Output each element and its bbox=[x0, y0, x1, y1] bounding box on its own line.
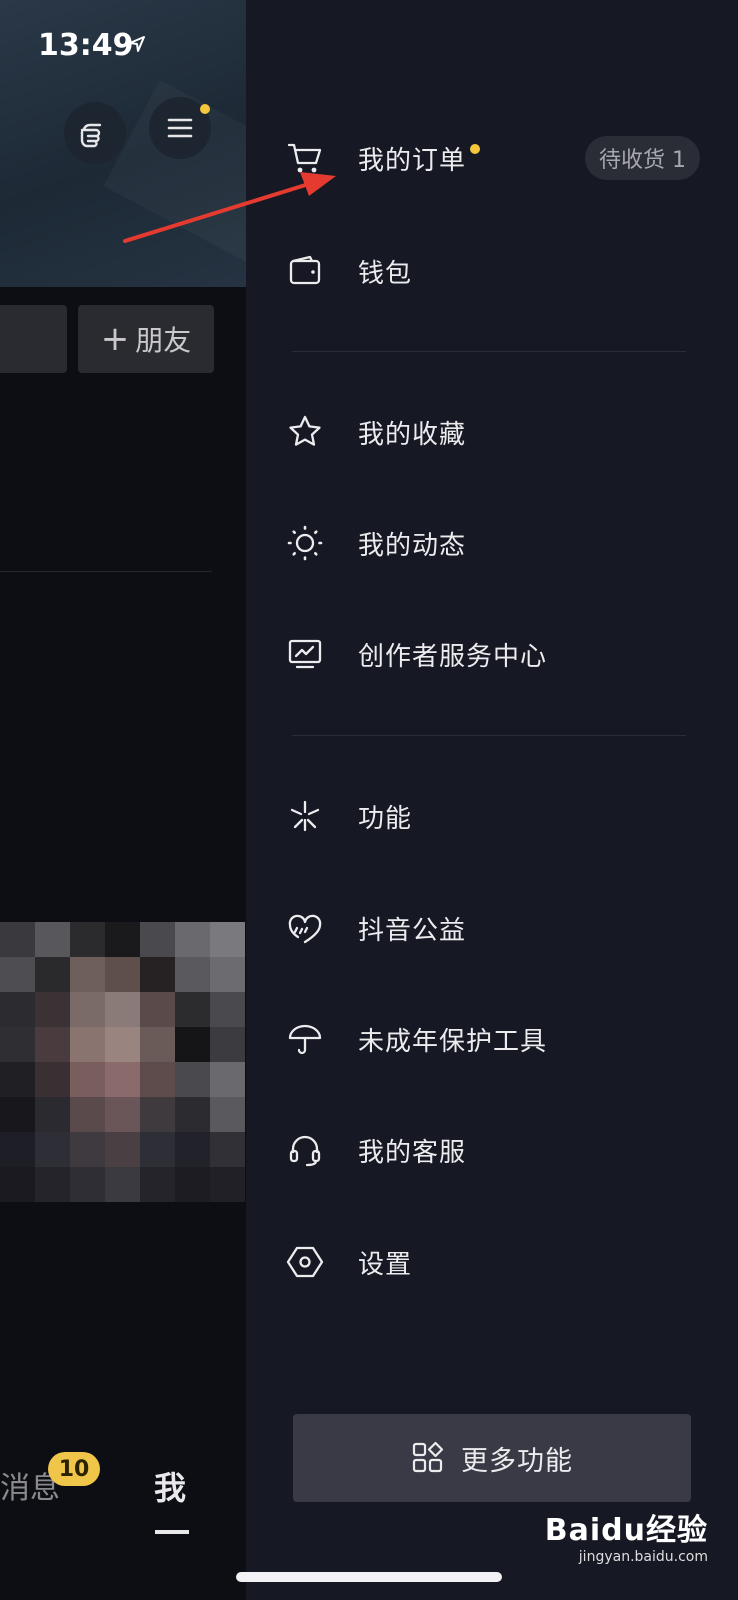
plus-icon: + bbox=[100, 319, 130, 359]
add-friend-button[interactable]: + 朋友 bbox=[78, 305, 214, 373]
menu-item-label: 我的订单 bbox=[358, 145, 467, 176]
orders-pending-badge[interactable]: 待收货 1 bbox=[585, 136, 700, 180]
grid-apps-icon bbox=[412, 1441, 444, 1473]
side-drawer-menu: 我的订单 待收货 1 钱包 我的收藏 我的动态 创作者服务中心 功能 抖音公益 … bbox=[246, 0, 738, 1600]
menu-item-label: 抖音公益 bbox=[358, 915, 467, 946]
status-time: 13:49 bbox=[38, 28, 134, 63]
watermark-url: jingyan.baidu.com bbox=[578, 1549, 708, 1565]
wallet-icon bbox=[286, 252, 324, 290]
watermark-logo-text: Baidu经验 bbox=[544, 1513, 708, 1548]
menu-item-label: 功能 bbox=[358, 803, 413, 834]
section-divider bbox=[292, 735, 686, 736]
hexagon-gear-icon bbox=[286, 1243, 324, 1281]
menu-item-label: 我的动态 bbox=[358, 530, 467, 561]
menu-item-label: 我的客服 bbox=[358, 1137, 467, 1168]
new-notification-dot bbox=[470, 144, 481, 154]
hamburger-icon bbox=[167, 118, 193, 138]
add-friend-label: 朋友 bbox=[135, 324, 192, 357]
menu-item-label: 钱包 bbox=[358, 258, 413, 289]
monitor-chart-icon bbox=[286, 635, 324, 673]
menu-item-minor-protection[interactable]: 未成年保护工具 bbox=[286, 999, 706, 1079]
menu-item-favorites[interactable]: 我的收藏 bbox=[286, 392, 706, 472]
menu-item-label: 我的收藏 bbox=[358, 419, 467, 450]
more-features-button[interactable]: 更多功能 bbox=[293, 1414, 691, 1502]
pixelated-video-thumbnail[interactable] bbox=[0, 922, 245, 1202]
hand-pointer-icon bbox=[80, 123, 102, 148]
headset-icon bbox=[286, 1131, 324, 1169]
baidu-jingyan-watermark: Baidu经验 jingyan.baidu.com bbox=[545, 1505, 708, 1565]
divider bbox=[0, 571, 212, 572]
sparkle-icon bbox=[286, 797, 324, 835]
star-icon bbox=[286, 413, 324, 451]
menu-item-settings[interactable]: 设置 bbox=[286, 1222, 706, 1302]
messages-count-badge: 10 bbox=[48, 1452, 100, 1486]
edit-profile-button[interactable] bbox=[0, 305, 67, 373]
menu-item-label: 未成年保护工具 bbox=[358, 1026, 548, 1057]
finger-pointer-button[interactable] bbox=[64, 102, 126, 164]
menu-item-label: 创作者服务中心 bbox=[358, 641, 548, 672]
menu-item-charity[interactable]: 抖音公益 bbox=[286, 888, 706, 968]
section-divider bbox=[292, 351, 686, 352]
location-arrow-icon bbox=[129, 36, 145, 52]
menu-item-label: 设置 bbox=[358, 1249, 413, 1280]
tab-me-underline bbox=[155, 1530, 189, 1534]
cart-icon bbox=[286, 139, 324, 177]
menu-item-creator-center[interactable]: 创作者服务中心 bbox=[286, 614, 706, 694]
tab-me[interactable]: 我 bbox=[154, 1463, 186, 1509]
home-indicator[interactable] bbox=[236, 1572, 502, 1582]
menu-notification-dot bbox=[200, 104, 210, 114]
umbrella-icon bbox=[286, 1020, 324, 1058]
background-profile-page: + 朋友 消息 10 我 bbox=[0, 0, 246, 1600]
heart-rain-icon bbox=[286, 909, 324, 947]
menu-item-features[interactable]: 功能 bbox=[286, 776, 706, 856]
sun-icon bbox=[286, 524, 324, 562]
menu-item-customer-service[interactable]: 我的客服 bbox=[286, 1110, 706, 1190]
menu-item-my-moments[interactable]: 我的动态 bbox=[286, 503, 706, 583]
menu-item-wallet[interactable]: 钱包 bbox=[286, 231, 706, 311]
more-features-label: 更多功能 bbox=[461, 1445, 573, 1477]
